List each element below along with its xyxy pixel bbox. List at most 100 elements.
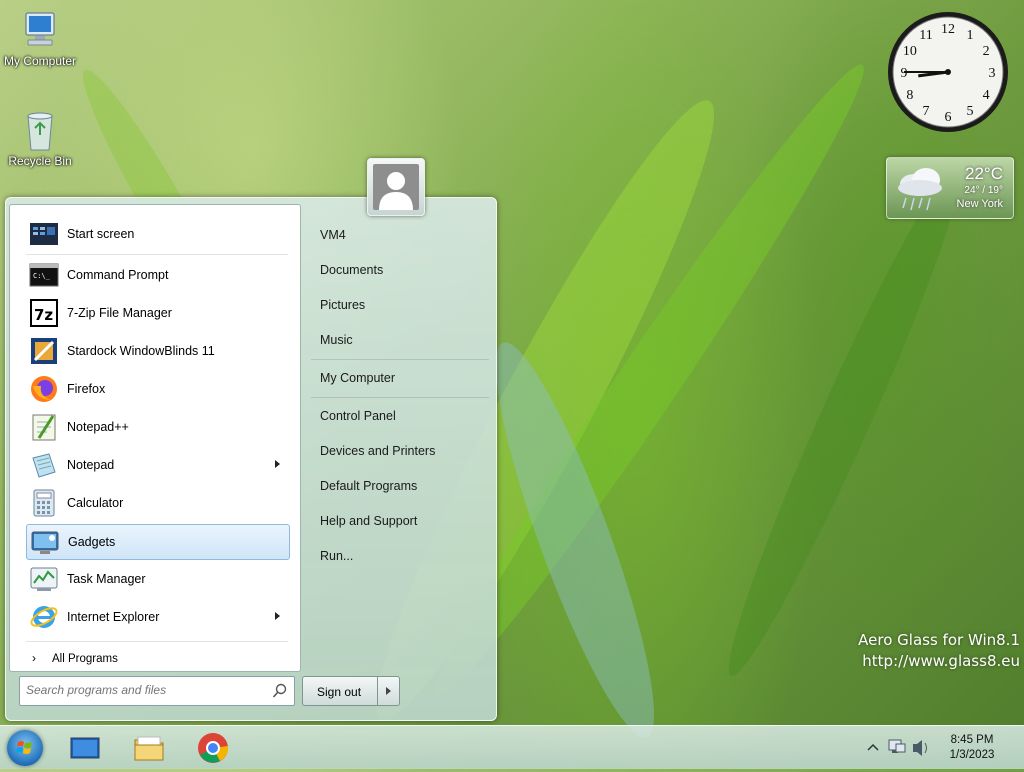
gadgets-icon [30,527,60,557]
all-programs-button[interactable]: › All Programs [26,648,288,670]
sign-out-group: Sign out [302,676,400,706]
sign-out-label: Sign out [317,685,362,699]
program-label: Calculator [67,496,124,510]
windows-logo-icon [16,741,32,754]
program-label: Gadgets [68,535,116,549]
recycle-bin-icon [20,110,60,151]
weather-gadget[interactable]: 22°C 24° / 19° New York [886,157,1014,219]
clock-numeral: 7 [923,104,930,119]
program-label: Start screen [67,227,135,241]
desktop-icon-my-computer[interactable]: My Computer [0,10,82,68]
program-command-prompt[interactable]: C:\_ Command Prompt [26,258,288,292]
start-button[interactable] [7,730,43,766]
search-box[interactable] [19,676,295,706]
taskbar-desktop-button[interactable] [68,731,102,765]
notepadpp-icon [29,412,59,442]
chevron-up-icon [867,743,879,751]
start-screen-icon [29,219,59,249]
program-label: Stardock WindowBlinds 11 [67,344,215,358]
clock-numeral: 2 [983,44,990,59]
program-start-screen[interactable]: Start screen [26,217,288,251]
start-menu: Start screen C:\_ Command Prompt 7z 7-Zi… [5,158,497,721]
watermark-line2: http://www.glass8.eu [862,652,1020,670]
taskbar-chrome-button[interactable] [196,731,230,765]
svg-text:7z: 7z [34,306,53,324]
right-item-label: Documents [320,263,384,277]
desktop-icon-label: My Computer [3,54,77,68]
svg-text:C:\_: C:\_ [33,272,51,280]
program-calculator[interactable]: Calculator [26,486,288,520]
right-item-music[interactable]: Music [311,327,491,353]
right-item-pictures[interactable]: Pictures [311,292,491,318]
network-icon [888,739,906,753]
notepad-icon [29,450,59,480]
right-item-label: VM4 [320,228,346,242]
program-notepad[interactable]: Notepad [26,448,288,482]
chevron-right-icon: › [32,651,36,665]
grass-decoration [708,154,982,686]
tray-chevron-button[interactable] [864,726,882,769]
submenu-arrow-icon [275,460,280,468]
weather-range: 24° / 19° [964,185,1003,196]
right-item-label: Music [320,333,353,347]
tray-volume-button[interactable] [910,726,932,769]
windowblinds-icon [29,336,59,366]
program-label: 7-Zip File Manager [67,306,172,320]
clock-numeral: 11 [919,28,932,43]
weather-city: New York [956,198,1003,210]
right-item-control-panel[interactable]: Control Panel [311,403,491,429]
right-item-label: Help and Support [320,514,418,528]
separator [311,359,489,360]
desktop-icon-label: Recycle Bin [8,154,72,168]
tray-network-button[interactable] [886,726,908,769]
taskbar-date: 1/3/2023 [949,749,995,761]
program-gadgets[interactable]: Gadgets [26,524,290,560]
program-windowblinds[interactable]: Stardock WindowBlinds 11 [26,334,288,368]
program-label: Task Manager [67,572,146,586]
firefox-icon [29,374,59,404]
all-programs-label: All Programs [52,653,118,665]
clock-numeral: 8 [906,88,913,103]
search-icon[interactable] [272,683,288,699]
command-prompt-icon: C:\_ [29,260,59,290]
right-item-documents[interactable]: Documents [311,257,491,283]
right-item-label: Pictures [320,298,366,312]
desktop-icon-recycle-bin[interactable]: Recycle Bin [0,110,82,168]
right-item-default-programs[interactable]: Default Programs [311,473,491,499]
right-item-label: My Computer [320,371,396,385]
program-firefox[interactable]: Firefox [26,372,288,406]
separator [26,254,288,255]
right-item-run[interactable]: Run... [311,543,491,569]
submenu-arrow-icon [275,612,280,620]
right-item-help-support[interactable]: Help and Support [311,508,491,534]
right-item-label: Devices and Printers [320,444,436,458]
program-internet-explorer[interactable]: Internet Explorer [26,600,288,634]
user-avatar-icon[interactable] [367,158,425,216]
sign-out-button[interactable]: Sign out [302,676,378,706]
start-menu-programs-pane: Start screen C:\_ Command Prompt 7z 7-Zi… [9,204,301,672]
taskbar-explorer-button[interactable] [132,731,166,765]
right-item-vm4[interactable]: VM4 [311,222,491,248]
task-manager-icon [29,564,59,594]
right-item-label: Control Panel [320,409,396,423]
program-notepadpp[interactable]: Notepad++ [26,410,288,444]
rain-cloud-icon [892,162,948,214]
weather-temperature: 22°C [965,164,1003,183]
shutdown-options-button[interactable] [377,676,400,706]
taskbar-clock[interactable]: 8:45 PM 1/3/2023 [934,733,1010,763]
right-item-devices-printers[interactable]: Devices and Printers [311,438,491,464]
clock-numeral: 12 [941,22,955,37]
separator [311,397,489,398]
taskbar: 8:45 PM 1/3/2023 [0,725,1024,769]
desktop-icon [70,737,100,759]
program-task-manager[interactable]: Task Manager [26,562,288,596]
program-label: Firefox [67,382,106,396]
right-item-label: Default Programs [320,479,418,493]
right-item-my-computer[interactable]: My Computer [311,365,491,391]
search-input[interactable] [26,682,266,698]
grass-decoration [470,330,680,750]
program-7zip[interactable]: 7z 7-Zip File Manager [26,296,288,330]
chevron-right-icon [386,687,391,695]
chrome-icon [198,733,229,763]
clock-gadget[interactable]: 12 1 2 3 4 5 6 7 8 9 10 11 [886,10,1010,134]
